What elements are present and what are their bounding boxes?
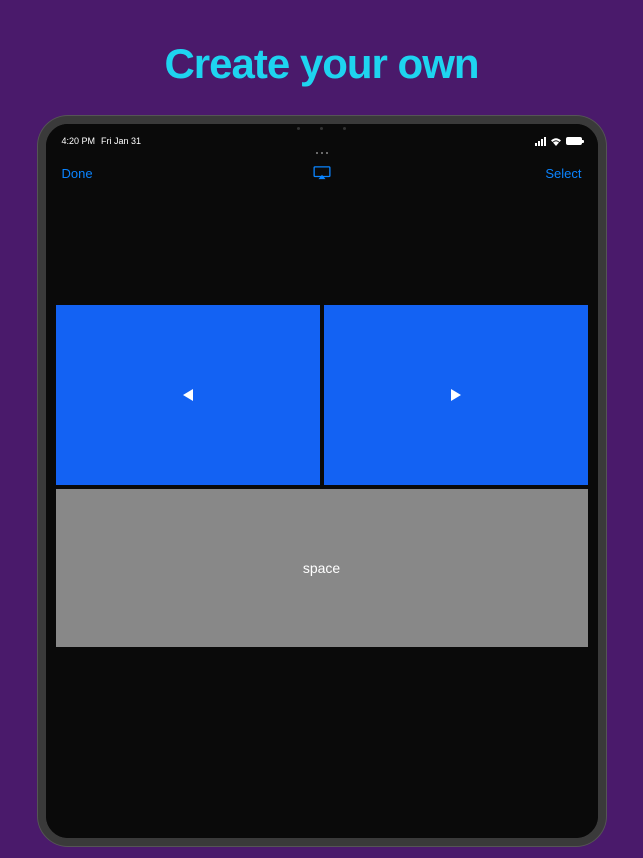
tablet-device-frame: 4:20 PM Fri Jan 31 bbox=[38, 116, 606, 846]
airplay-icon[interactable] bbox=[313, 166, 331, 180]
status-date: Fri Jan 31 bbox=[101, 136, 141, 146]
signal-icon bbox=[535, 137, 546, 146]
triangle-left-icon bbox=[183, 389, 193, 401]
status-bar: 4:20 PM Fri Jan 31 bbox=[46, 132, 598, 150]
battery-icon bbox=[566, 137, 582, 145]
editor-canvas[interactable]: space bbox=[46, 190, 598, 838]
select-button[interactable]: Select bbox=[545, 166, 581, 181]
left-arrow-key[interactable] bbox=[56, 305, 320, 485]
done-button[interactable]: Done bbox=[62, 166, 93, 181]
navigation-bar: Done Select bbox=[46, 156, 598, 190]
wifi-icon bbox=[550, 137, 562, 146]
space-key-label: space bbox=[303, 560, 340, 576]
tablet-screen: 4:20 PM Fri Jan 31 bbox=[46, 124, 598, 838]
status-time: 4:20 PM bbox=[62, 136, 96, 146]
space-key[interactable]: space bbox=[56, 489, 588, 647]
triangle-right-icon bbox=[451, 389, 461, 401]
right-arrow-key[interactable] bbox=[324, 305, 588, 485]
device-notch bbox=[46, 124, 598, 132]
key-layout: space bbox=[56, 305, 588, 647]
promo-headline: Create your own bbox=[164, 40, 478, 88]
